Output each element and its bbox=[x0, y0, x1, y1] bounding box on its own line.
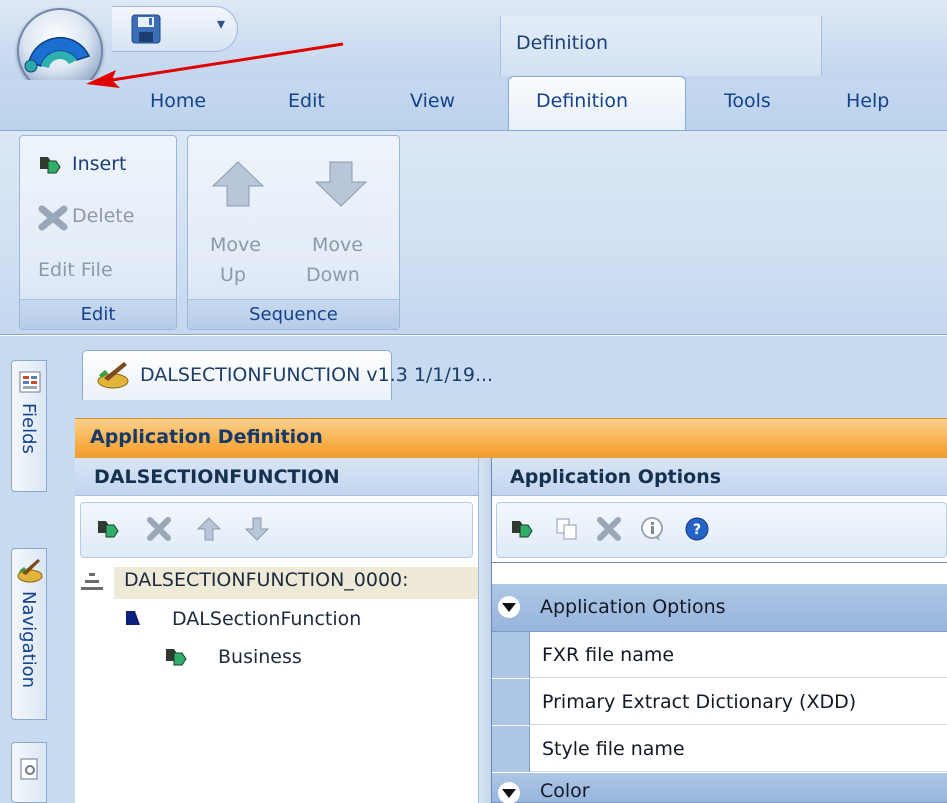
help-icon[interactable]: ? bbox=[684, 516, 710, 542]
tree-root-icon bbox=[81, 573, 103, 590]
side-tab-other[interactable] bbox=[11, 742, 47, 803]
navigation-icon bbox=[17, 559, 43, 583]
document-gear-icon bbox=[20, 758, 38, 780]
insert-icon bbox=[38, 153, 66, 182]
grid-row-gutter bbox=[492, 679, 530, 725]
contextual-tab-group-label: Definition bbox=[516, 32, 609, 54]
collapse-category-icon[interactable] bbox=[496, 780, 522, 803]
customize-qat-dropdown-icon[interactable]: ▾ bbox=[208, 14, 234, 42]
panel-splitter[interactable] bbox=[478, 458, 492, 803]
side-tab-navigation-label: Navigation bbox=[18, 591, 39, 689]
tab-help[interactable]: Help bbox=[846, 90, 889, 112]
grid-row-label: Primary Extract Dictionary (XDD) bbox=[542, 691, 857, 713]
grid-row-gutter bbox=[492, 632, 530, 678]
side-tab-navigation[interactable]: Navigation bbox=[11, 548, 47, 720]
tab-tools[interactable]: Tools bbox=[724, 90, 771, 112]
move-up-icon bbox=[211, 161, 265, 207]
tree-node-section[interactable]: DALSectionFunction bbox=[172, 608, 361, 630]
insert-button[interactable]: Insert bbox=[72, 153, 127, 175]
grid-row-label: FXR file name bbox=[542, 644, 675, 666]
move-node-down-icon[interactable] bbox=[244, 516, 270, 542]
edit-group-caption: Edit bbox=[20, 299, 176, 329]
ribbon-tab-strip bbox=[0, 80, 947, 130]
tree-toolbar bbox=[80, 502, 473, 558]
tab-definition-label[interactable]: Definition bbox=[536, 90, 628, 112]
grid-category-label: Color bbox=[540, 780, 590, 802]
tree-node-business[interactable]: Business bbox=[218, 646, 302, 668]
tab-view[interactable]: View bbox=[410, 90, 455, 112]
info-icon[interactable] bbox=[640, 516, 666, 542]
tree-panel-title: DALSECTIONFUNCTION bbox=[94, 466, 340, 488]
move-down-label-line2[interactable]: Down bbox=[306, 264, 360, 286]
options-panel-title: Application Options bbox=[510, 466, 722, 488]
delete-node-icon[interactable] bbox=[146, 516, 172, 542]
sequence-group-caption: Sequence bbox=[188, 299, 399, 329]
business-node-icon bbox=[166, 649, 187, 666]
save-icon[interactable] bbox=[130, 14, 164, 46]
application-definition-icon bbox=[97, 362, 129, 389]
delete-button[interactable]: Delete bbox=[72, 205, 134, 227]
svg-text:?: ? bbox=[693, 522, 701, 538]
side-tab-fields[interactable]: Fields bbox=[11, 360, 47, 492]
move-up-label-line2[interactable]: Up bbox=[220, 264, 246, 286]
delete-option-icon[interactable] bbox=[596, 516, 622, 542]
collapse-category-icon[interactable] bbox=[496, 594, 522, 620]
tab-edit[interactable]: Edit bbox=[288, 90, 325, 112]
insert-node-icon[interactable] bbox=[96, 516, 122, 542]
tree-node-root[interactable]: DALSECTIONFUNCTION_0000: bbox=[124, 569, 409, 591]
copy-icon[interactable] bbox=[554, 516, 580, 542]
document-tab-label: DALSECTIONFUNCTION v1.3 1/1/19... bbox=[140, 364, 494, 386]
grid-row-label: Style file name bbox=[542, 738, 685, 760]
delete-icon bbox=[38, 205, 68, 236]
fields-icon bbox=[19, 371, 41, 393]
move-down-icon bbox=[314, 161, 368, 207]
edit-file-button[interactable]: Edit File bbox=[38, 259, 113, 281]
grid-category-label: Application Options bbox=[540, 596, 726, 618]
section-node-icon bbox=[126, 611, 140, 625]
insert-option-icon[interactable] bbox=[510, 516, 536, 542]
move-down-label-line1[interactable]: Move bbox=[312, 234, 363, 256]
application-definition-title: Application Definition bbox=[90, 426, 323, 448]
tab-home[interactable]: Home bbox=[150, 90, 206, 112]
side-tab-fields-label: Fields bbox=[18, 403, 39, 454]
move-up-label-line1[interactable]: Move bbox=[210, 234, 261, 256]
move-node-up-icon[interactable] bbox=[196, 516, 222, 542]
grid-row-gutter bbox=[492, 726, 530, 772]
